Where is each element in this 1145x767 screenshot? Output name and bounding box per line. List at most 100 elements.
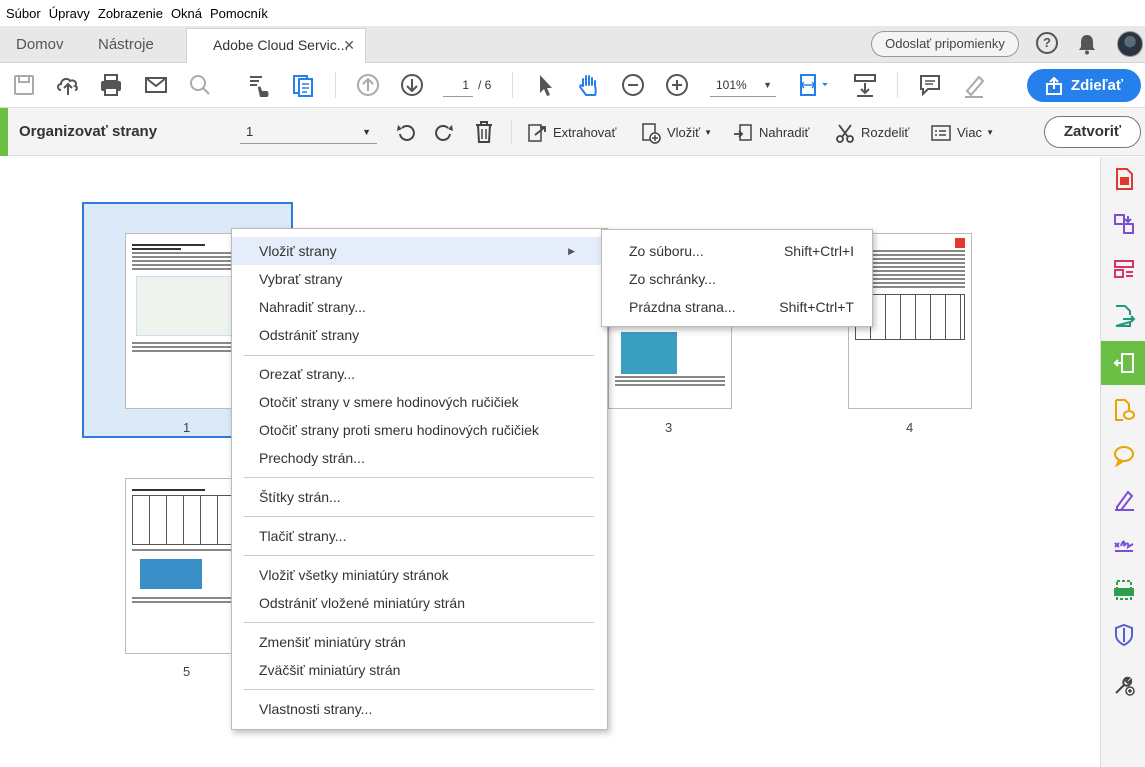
submenu-item-label: Zo súboru...: [629, 243, 704, 259]
menu-item-remove-thumbnails[interactable]: Odstrániť vložené miniatúry strán: [232, 589, 607, 617]
adobe-logo: [955, 238, 965, 248]
email-icon[interactable]: [142, 71, 170, 99]
next-page-icon[interactable]: [398, 71, 426, 99]
tab-home[interactable]: Domov: [16, 26, 64, 63]
combine-files-tool[interactable]: [1101, 204, 1145, 244]
menu-item-reduce-thumbnails[interactable]: Zmenšiť miniatúry strán: [232, 628, 607, 656]
hand-tool-icon[interactable]: [575, 71, 603, 99]
more-button[interactable]: Viac ▼: [930, 121, 994, 145]
rotate-counterclockwise-icon[interactable]: [394, 120, 418, 144]
fill-sign-tool[interactable]: [1101, 480, 1145, 520]
delete-icon[interactable]: [472, 119, 496, 145]
zoom-in-icon[interactable]: [663, 71, 691, 99]
menu-view[interactable]: Zobrazenie: [98, 6, 163, 21]
create-pdf-tool[interactable]: [1101, 159, 1145, 199]
menu-item-page-transitions[interactable]: Prechody strán...: [232, 444, 607, 472]
more-tools[interactable]: [1101, 665, 1145, 705]
submenu-item-from-clipboard[interactable]: Zo schránky...: [602, 265, 872, 293]
page-number-input[interactable]: 1: [443, 73, 473, 97]
submenu-item-from-file[interactable]: Zo súboru... Shift+Ctrl+I: [602, 237, 872, 265]
zoom-out-icon[interactable]: [619, 71, 647, 99]
menu-divider: [244, 516, 594, 517]
comment-tool[interactable]: [1101, 390, 1145, 430]
submenu-item-blank-page[interactable]: Prázdna strana... Shift+Ctrl+T: [602, 293, 872, 321]
help-icon[interactable]: ?: [1036, 32, 1058, 54]
page-number-label: 4: [906, 420, 914, 435]
bell-icon[interactable]: [1077, 33, 1097, 55]
layout-icon: [1113, 260, 1134, 278]
menu-divider: [244, 477, 594, 478]
save-icon[interactable]: [10, 71, 38, 99]
page-table: [132, 495, 242, 545]
menu-help[interactable]: Pomocník: [210, 6, 268, 21]
touch-read-icon[interactable]: [245, 71, 273, 99]
cloud-upload-icon[interactable]: [54, 71, 82, 99]
chevron-down-icon: ▼: [704, 128, 712, 137]
comments-tool[interactable]: [1101, 435, 1145, 475]
menu-divider: [244, 622, 594, 623]
menu-item-rotate-counterclockwise[interactable]: Otočiť strany proti smeru hodinových ruč…: [232, 416, 607, 444]
close-tool-button[interactable]: Zatvoriť: [1044, 116, 1141, 148]
avatar[interactable]: [1117, 31, 1143, 57]
replace-label: Nahradiť: [759, 125, 810, 140]
extract-icon: [528, 124, 546, 142]
print-icon[interactable]: [97, 71, 125, 99]
share-icon: [1045, 76, 1062, 95]
menu-item-insert-pages[interactable]: Vložiť strany ▶: [232, 237, 607, 265]
menu-item-select-pages[interactable]: Vybrať strany: [232, 265, 607, 293]
chevron-down-icon: ▼: [362, 127, 371, 137]
menu-item-replace-pages[interactable]: Nahradiť strany...: [232, 293, 607, 321]
search-icon[interactable]: [186, 71, 214, 99]
tab-tools[interactable]: Nástroje: [98, 26, 154, 63]
organize-layout-tool[interactable]: [1101, 249, 1145, 289]
zoom-value: 101%: [716, 78, 747, 92]
highlight-pen-icon[interactable]: [960, 71, 988, 99]
select-cursor-icon[interactable]: [531, 71, 559, 99]
comment-icon[interactable]: [916, 71, 944, 99]
page-number-label: 3: [665, 420, 673, 435]
menu-window[interactable]: Okná: [171, 6, 202, 21]
previous-page-icon[interactable]: [354, 71, 382, 99]
tab-document[interactable]: Adobe Cloud Servic... ✕: [186, 28, 366, 64]
menu-edit[interactable]: Úpravy: [49, 6, 90, 21]
page-image: [140, 559, 202, 589]
close-tab-icon[interactable]: ✕: [343, 29, 355, 61]
page-text-line: [615, 376, 725, 378]
page-text-line: [132, 549, 242, 551]
request-signature-tool[interactable]: [1101, 525, 1145, 565]
page-text-line: [132, 256, 242, 258]
extract-button[interactable]: Extrahovať: [526, 121, 616, 145]
organize-pages-tool[interactable]: [1101, 341, 1145, 385]
menu-divider: [244, 555, 594, 556]
page-range-select[interactable]: 1 ▼: [240, 120, 377, 144]
menu-item-page-labels[interactable]: Štítky strán...: [232, 483, 607, 511]
menu-item-rotate-clockwise[interactable]: Otočiť strany v smere hodinových ručičie…: [232, 388, 607, 416]
menu-item-page-properties[interactable]: Vlastnosti strany...: [232, 695, 607, 723]
insert-button[interactable]: Vložiť ▼: [640, 121, 712, 145]
fit-page-icon[interactable]: [796, 71, 832, 99]
submenu-item-label: Prázdna strana...: [629, 299, 736, 315]
share-button[interactable]: Zdieľať: [1027, 69, 1141, 102]
menu-item-crop-pages[interactable]: Orezať strany...: [232, 360, 607, 388]
menu-item-print-pages[interactable]: Tlačiť strany...: [232, 522, 607, 550]
more-options-icon: [931, 125, 951, 141]
menu-item-delete-pages[interactable]: Odstrániť strany: [232, 321, 607, 349]
menu-item-enlarge-thumbnails[interactable]: Zväčšiť miniatúry strán: [232, 656, 607, 684]
protect-tool[interactable]: [1101, 615, 1145, 655]
send-feedback-button[interactable]: Odoslať pripomienky: [871, 31, 1019, 57]
export-pdf-tool[interactable]: [1101, 296, 1145, 336]
insert-page-icon: [642, 123, 661, 144]
page-text-line: [132, 597, 242, 599]
scroll-mode-icon[interactable]: [851, 71, 879, 99]
replace-button[interactable]: Nahradiť: [732, 121, 809, 145]
menu-file[interactable]: Súbor: [6, 6, 41, 21]
speech-bubble-icon: [1113, 446, 1134, 467]
menu-item-embed-thumbnails[interactable]: Vložiť všetky miniatúry stránok: [232, 561, 607, 589]
page-text-line: [132, 252, 242, 254]
rotate-clockwise-icon[interactable]: [432, 120, 456, 144]
print-production-tool[interactable]: [1101, 570, 1145, 610]
split-button[interactable]: Rozdeliť: [834, 121, 909, 145]
zoom-select[interactable]: 101% ▼: [710, 73, 776, 97]
page-text-line: [132, 248, 181, 250]
document-compare-icon[interactable]: [289, 71, 317, 99]
